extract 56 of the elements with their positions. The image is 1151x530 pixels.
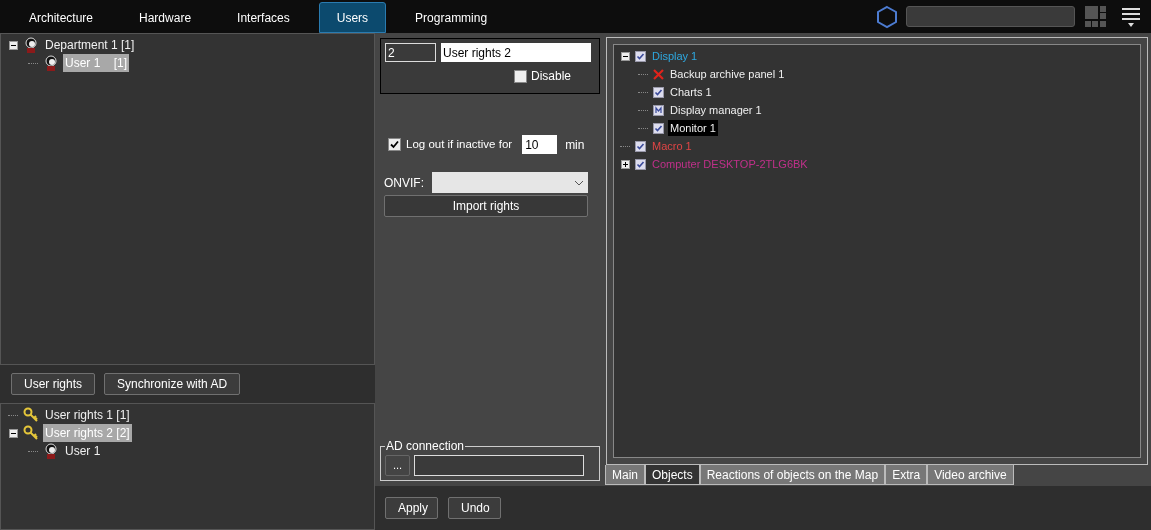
person-icon	[43, 55, 59, 71]
action-button[interactable]: Undo	[448, 497, 501, 519]
tree-item[interactable]: Display 1	[650, 47, 700, 65]
nav-tab[interactable]: Programming	[398, 2, 505, 33]
id-field[interactable]: 2	[385, 43, 436, 62]
onvif-label: ONVIF:	[384, 174, 424, 192]
tree-item[interactable]: Charts 1	[668, 83, 714, 101]
nav-tab[interactable]: Users	[318, 2, 387, 33]
person-icon	[23, 37, 39, 53]
tree-item[interactable]: Monitor 1	[668, 119, 718, 137]
logout-label: Log out if inactive for	[406, 136, 513, 152]
key-icon	[23, 425, 39, 441]
browse-button[interactable]: ...	[385, 455, 410, 476]
nav-tab[interactable]: Hardware	[122, 2, 209, 33]
search-field[interactable]	[906, 6, 1075, 27]
collapse-icon[interactable]	[620, 51, 630, 61]
logout-checkbox[interactable]	[388, 138, 401, 151]
name-field[interactable]: User rights 2	[441, 43, 591, 62]
ad-path-field[interactable]	[414, 455, 584, 476]
disable-checkbox[interactable]	[513, 69, 527, 83]
expand-icon[interactable]	[620, 159, 630, 169]
action-button[interactable]: Apply	[385, 497, 438, 519]
disable-label: Disable	[530, 68, 571, 85]
minutes-field[interactable]: 10	[522, 135, 558, 154]
nav-tab[interactable]: Architecture	[12, 2, 111, 33]
layout-grid-icon[interactable]	[1085, 5, 1107, 28]
minutes-unit: min	[565, 136, 585, 154]
menu-icon[interactable]	[1121, 5, 1141, 28]
person-icon	[43, 443, 59, 459]
collapse-icon[interactable]	[8, 428, 18, 438]
tree-item[interactable]: User 1	[63, 442, 103, 460]
cross-icon[interactable]	[653, 68, 664, 80]
object-tab[interactable]: Video archive	[927, 465, 1014, 485]
import-rights-button[interactable]: Import rights	[384, 195, 588, 217]
tree-item[interactable]: User rights 1 [1]	[43, 406, 132, 424]
tree-item[interactable]: Display manager 1	[668, 101, 764, 119]
letter-box-icon[interactable]	[653, 104, 664, 116]
panel-button[interactable]: Synchronize with AD	[104, 373, 241, 395]
nav-tab[interactable]: Interfaces	[220, 2, 307, 33]
checkbox-icon[interactable]	[635, 140, 646, 152]
tree-item[interactable]: Department 1 [1]	[43, 36, 137, 54]
panel-button[interactable]: User rights	[11, 373, 95, 395]
object-tab[interactable]: Extra	[885, 465, 928, 485]
chevron-down-icon	[574, 179, 584, 186]
checkbox-icon[interactable]	[653, 122, 664, 134]
checkbox-icon[interactable]	[635, 158, 646, 170]
hexagon-icon[interactable]	[876, 4, 898, 29]
collapse-icon[interactable]	[8, 40, 18, 50]
key-icon	[23, 407, 39, 423]
checkbox-icon[interactable]	[653, 86, 664, 98]
object-tab[interactable]: Reactions of objects on the Map	[699, 465, 886, 485]
tree-item[interactable]: Backup archive panel 1	[668, 65, 787, 83]
object-tab[interactable]: Main	[605, 465, 645, 485]
ad-connection-legend: AD connection	[385, 437, 466, 455]
checkbox-icon[interactable]	[635, 50, 646, 62]
object-tab[interactable]: Objects	[645, 465, 700, 485]
